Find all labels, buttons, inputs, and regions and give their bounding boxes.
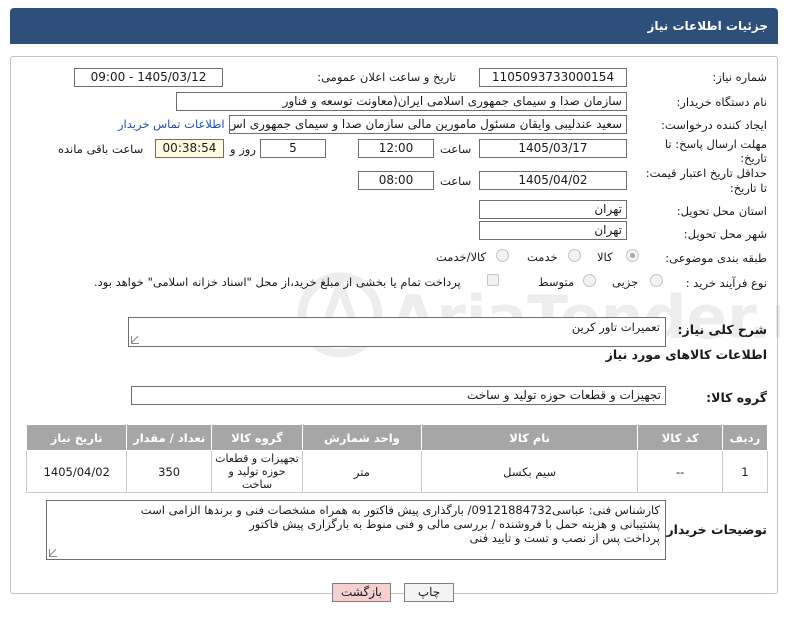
col-goods-code: کد کالا: [637, 424, 723, 451]
print-button[interactable]: چاپ: [404, 583, 454, 602]
buyer-notes-line: کارشناس فنی: عباسی09121884732/ بارگذاری …: [140, 503, 660, 517]
category-option-goods: کالا: [597, 250, 613, 264]
cell-need-date: 1405/04/02: [25, 450, 128, 493]
buyer-notes-line: پشتیبانی و هزینه حمل با فروشنده / بررسی …: [249, 517, 660, 531]
cell-goods-group: تجهیزات و قطعات حوزه تولید و ساخت: [210, 450, 304, 493]
process-radio-medium[interactable]: [583, 274, 596, 287]
back-button[interactable]: بازگشت: [332, 583, 391, 602]
col-row-number: ردیف: [721, 424, 769, 451]
delivery-city-field: تهران: [479, 221, 627, 240]
remaining-time-field: 00:38:54: [155, 139, 224, 158]
reply-deadline-time-field: 12:00: [358, 139, 434, 158]
general-description-text: تعمیرات تاور کرین: [571, 320, 660, 334]
buyer-notes-field: کارشناس فنی: عباسی09121884732/ بارگذاری …: [46, 500, 666, 560]
category-label: طبقه بندی موضوعی:: [665, 251, 767, 265]
process-option-minor: جزیی: [612, 275, 639, 289]
reply-deadline-label-line2: تاریخ:: [740, 151, 767, 165]
need-number-field: 1105093733000154: [479, 68, 627, 87]
reply-deadline-label: مهلت ارسال پاسخ: تا: [664, 137, 767, 151]
buyer-contact-link[interactable]: اطلاعات تماس خریدار: [118, 117, 225, 131]
col-goods-group: گروه کالا: [210, 424, 304, 451]
treasury-payment-note: پرداخت تمام یا بخشی از مبلغ خرید،از محل …: [94, 275, 461, 289]
delivery-province-field: تهران: [479, 200, 627, 219]
buyer-notes-label: توضیحات خریدار:: [661, 522, 767, 537]
category-radio-goods-service[interactable]: [496, 249, 509, 262]
reply-deadline-date-field: 1405/03/17: [479, 139, 627, 158]
resize-grip-icon[interactable]: [49, 549, 57, 557]
treasury-payment-checkbox[interactable]: [487, 274, 499, 286]
requester-field: سعید عندلیبی وایقان مسئول مامورین مالی س…: [229, 115, 627, 134]
goods-group-label: گروه کالا:: [706, 390, 767, 405]
category-radio-service[interactable]: [568, 249, 581, 262]
process-radio-minor[interactable]: [650, 274, 663, 287]
goods-section-title: اطلاعات کالاهای مورد نیاز: [605, 347, 767, 362]
price-validity-label: حداقل تاریخ اعتبار قیمت:: [645, 166, 767, 180]
cell-quantity: 350: [126, 450, 212, 493]
window-title: جزئیات اطلاعات نیاز: [10, 8, 778, 44]
goods-group-field: تجهیزات و قطعات حوزه تولید و ساخت: [131, 386, 666, 405]
price-validity-label-line2: تا تاریخ:: [729, 181, 767, 195]
table-header-row: ردیف کد کالا نام کالا واحد شمارش گروه کا…: [25, 424, 769, 451]
delivery-city-label: شهر محل تحویل:: [683, 227, 767, 241]
category-radio-goods[interactable]: [626, 249, 639, 262]
price-validity-time-field: 08:00: [358, 171, 434, 190]
price-validity-date-field: 1405/04/02: [479, 171, 627, 190]
announce-datetime-label: تاریخ و ساعت اعلان عمومی:: [317, 70, 456, 84]
buyer-org-field: سازمان صدا و سیمای جمهوری اسلامی ایران(م…: [176, 92, 627, 111]
reply-deadline-days-field: 5: [260, 139, 326, 158]
need-number-label: شماره نیاز:: [712, 70, 767, 84]
buyer-notes-line: پرداخت پس از نصب و تست و تایید فنی: [469, 531, 660, 545]
cell-goods-code: --: [637, 450, 723, 493]
cell-unit: متر: [302, 450, 422, 493]
items-table: ردیف کد کالا نام کالا واحد شمارش گروه کا…: [25, 424, 769, 493]
col-need-date: تاریخ نیاز: [25, 424, 128, 451]
reply-deadline-time-label: ساعت: [440, 142, 472, 156]
cell-goods-name: سیم بکسل: [420, 450, 639, 493]
table-row: 1 -- سیم بکسل متر تجهیزات و قطعات حوزه ت…: [25, 450, 769, 493]
delivery-province-label: استان محل تحویل:: [676, 204, 767, 218]
reply-deadline-days-label: روز و: [230, 142, 256, 156]
resize-grip-icon[interactable]: [131, 336, 139, 344]
col-quantity: تعداد / مقدار: [126, 424, 212, 451]
category-option-goods-service: کالا/خدمت: [436, 250, 487, 264]
price-validity-time-label: ساعت: [440, 174, 472, 188]
col-unit: واحد شمارش: [302, 424, 422, 451]
col-goods-name: نام کالا: [420, 424, 639, 451]
general-description-label: شرح کلی نیاز:: [677, 322, 767, 337]
remaining-time-label: ساعت باقی مانده: [58, 142, 144, 156]
general-description-field: تعمیرات تاور کرین: [128, 317, 666, 347]
buyer-org-label: نام دستگاه خریدار:: [676, 95, 767, 109]
purchase-process-label: نوع فرآیند خرید :: [685, 276, 767, 290]
process-option-medium: متوسط: [538, 275, 575, 289]
cell-row-number: 1: [721, 450, 769, 493]
announce-datetime-field: 1405/03/12 - 09:00: [74, 68, 223, 87]
requester-label: ایجاد کننده درخواست:: [661, 118, 767, 132]
category-option-service: خدمت: [527, 250, 558, 264]
